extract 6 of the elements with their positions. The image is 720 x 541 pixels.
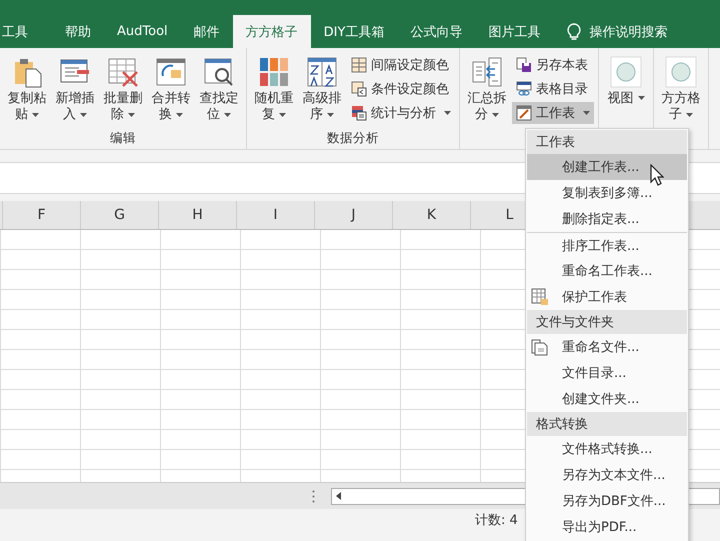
count-readout: 计数: 4: [475, 512, 518, 529]
menu-section-header: 工作表: [527, 130, 687, 154]
group-label: 编辑: [110, 130, 136, 146]
group-label: 数据分析: [327, 130, 379, 146]
menu-section-header: 文件与文件夹: [527, 310, 687, 334]
menu-section-header: 格式转换: [527, 412, 687, 436]
